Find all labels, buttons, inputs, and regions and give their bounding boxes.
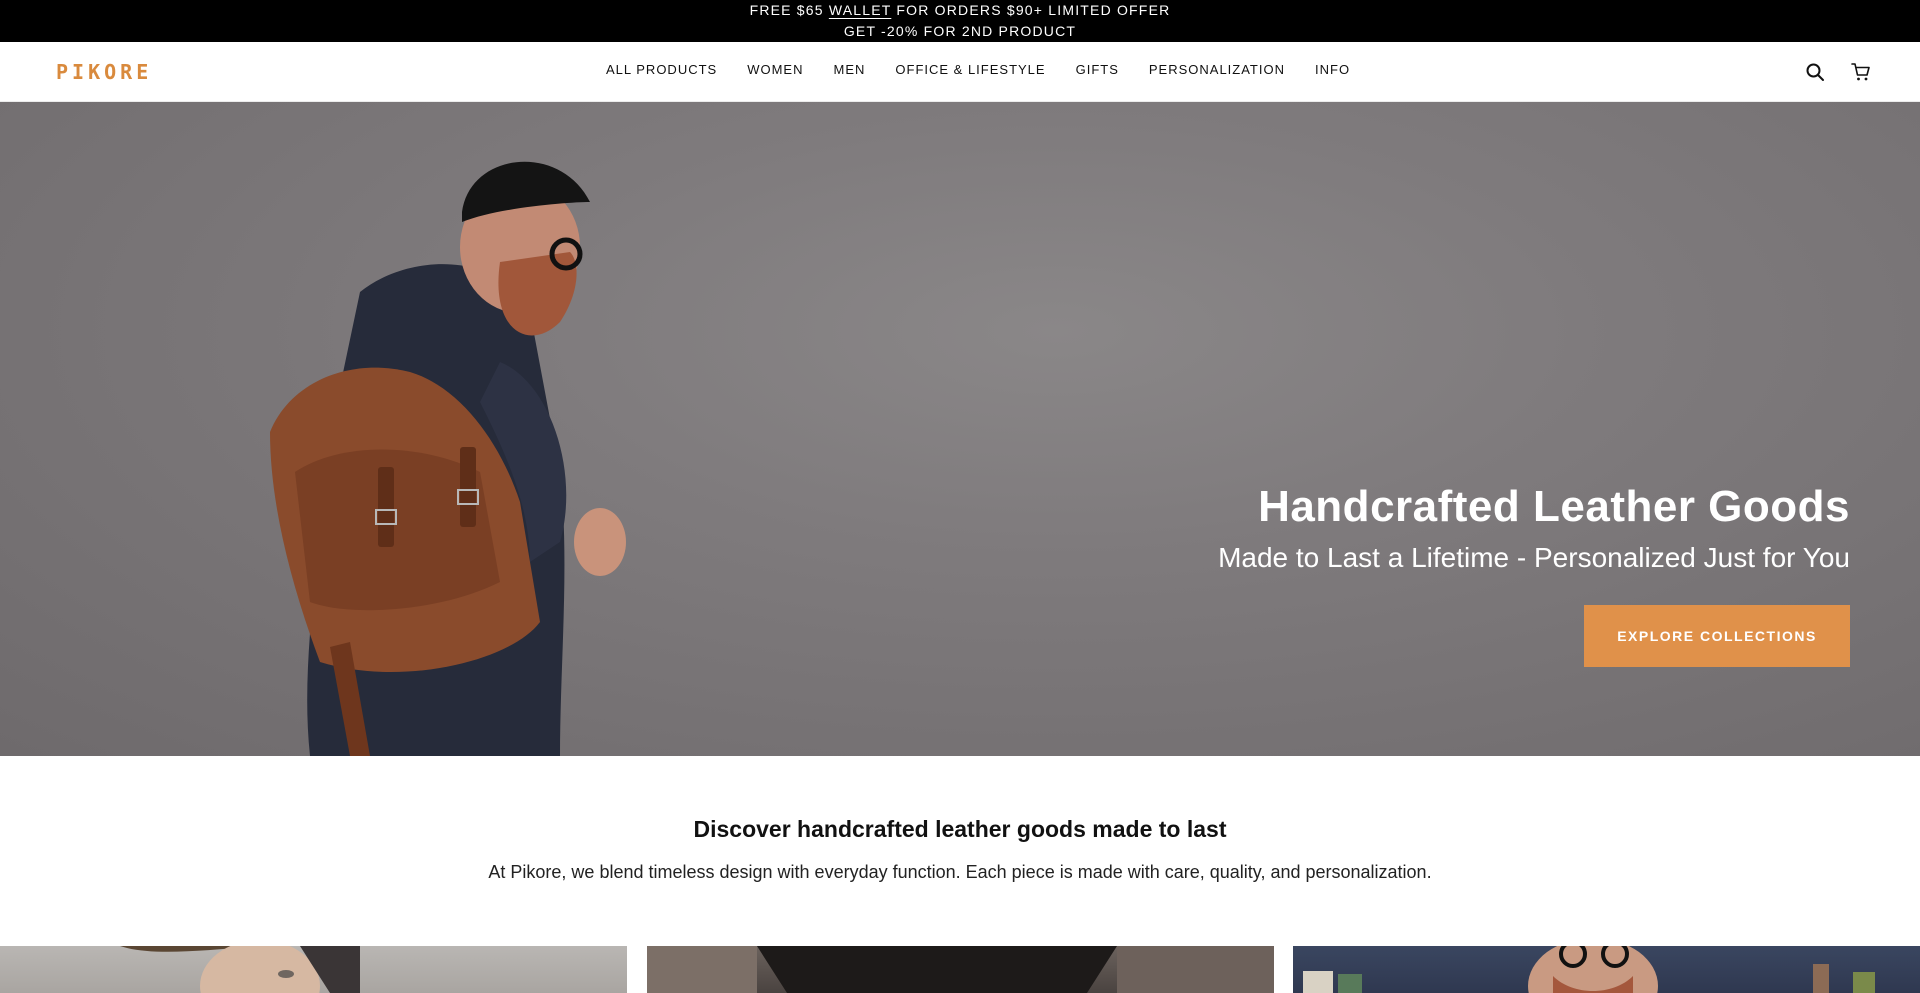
site-header: PIKORE ALL PRODUCTS WOMEN MEN OFFICE & L… bbox=[0, 42, 1920, 102]
category-tile-men[interactable] bbox=[647, 946, 1274, 993]
nav-item-men[interactable]: MEN bbox=[834, 62, 866, 77]
nav-item-info[interactable]: INFO bbox=[1315, 62, 1350, 77]
search-button[interactable] bbox=[1802, 59, 1828, 85]
nav-item-women[interactable]: WOMEN bbox=[747, 62, 803, 77]
nav-item-gifts[interactable]: GIFTS bbox=[1076, 62, 1119, 77]
announcement-bar: FREE $65 WALLET FOR ORDERS $90+ LIMITED … bbox=[0, 0, 1920, 42]
intro-section: Discover handcrafted leather goods made … bbox=[0, 756, 1920, 946]
category-tile-office-lifestyle[interactable] bbox=[1293, 946, 1920, 993]
announcement-text: FOR ORDERS $90+ LIMITED OFFER bbox=[891, 2, 1171, 18]
hero-subtitle: Made to Last a Lifetime - Personalized J… bbox=[1218, 542, 1850, 573]
wallet-link[interactable]: WALLET bbox=[829, 2, 891, 18]
nav-item-office-lifestyle[interactable]: OFFICE & LIFESTYLE bbox=[895, 62, 1045, 77]
hero-model-image bbox=[270, 161, 626, 756]
category-tile-women[interactable] bbox=[0, 946, 627, 993]
hero-title: Handcrafted Leather Goods bbox=[1258, 482, 1850, 531]
man-in-workshop-image bbox=[1303, 946, 1875, 993]
main-nav: ALL PRODUCTS WOMEN MEN OFFICE & LIFESTYL… bbox=[606, 62, 1350, 77]
leather-apron-image bbox=[647, 946, 1274, 993]
explore-collections-button[interactable]: EXPLORE COLLECTIONS bbox=[1584, 605, 1850, 667]
woman-portrait-image bbox=[120, 946, 360, 993]
cart-button[interactable] bbox=[1848, 59, 1874, 85]
announcement-line-1: FREE $65 WALLET FOR ORDERS $90+ LIMITED … bbox=[0, 0, 1920, 21]
search-icon bbox=[1806, 63, 1824, 81]
intro-title: Discover handcrafted leather goods made … bbox=[693, 816, 1227, 842]
category-tiles bbox=[0, 946, 1920, 993]
nav-item-all-products[interactable]: ALL PRODUCTS bbox=[606, 62, 717, 77]
pikore-logo[interactable]: PIKORE bbox=[56, 60, 152, 84]
hero-banner: Handcrafted Leather Goods Made to Last a… bbox=[0, 102, 1920, 756]
announcement-line-2: GET -20% FOR 2ND PRODUCT bbox=[843, 23, 1077, 39]
cart-icon bbox=[1851, 63, 1870, 81]
intro-text: At Pikore, we blend timeless design with… bbox=[488, 862, 1432, 882]
hero-text: Handcrafted Leather Goods Made to Last a… bbox=[1218, 482, 1850, 574]
announcement-text: FREE $65 bbox=[749, 2, 829, 18]
nav-item-personalization[interactable]: PERSONALIZATION bbox=[1149, 62, 1285, 77]
